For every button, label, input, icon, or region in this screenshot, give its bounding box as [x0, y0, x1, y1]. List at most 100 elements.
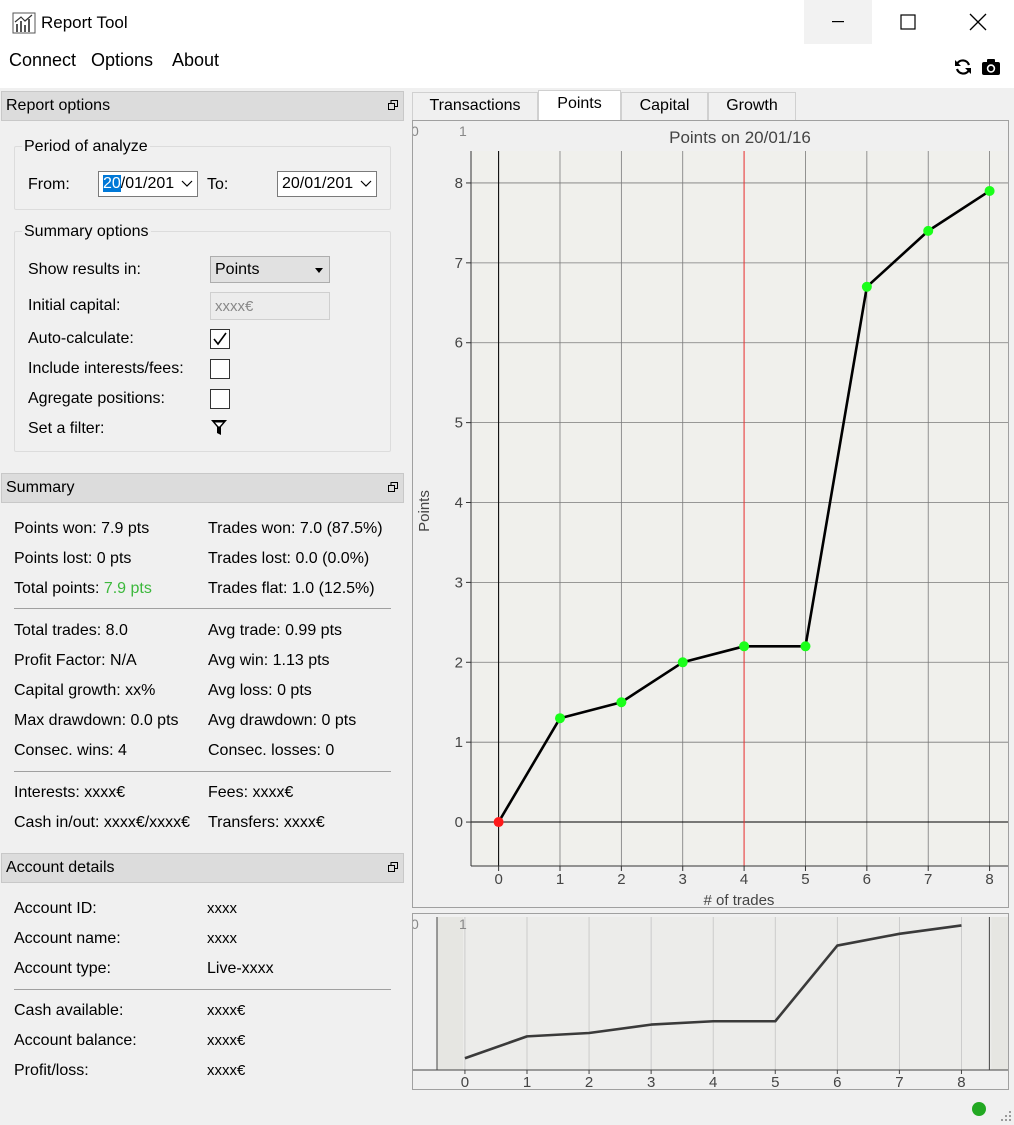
corner-label: 0	[413, 123, 419, 139]
y-tick-label: 6	[455, 335, 463, 352]
close-icon	[969, 13, 987, 31]
minimize-icon	[832, 21, 844, 23]
total-points-value: 7.9 pts	[103, 580, 152, 597]
fees: Fees: xxxx€	[208, 784, 294, 801]
account-name-value: xxxx	[207, 930, 237, 947]
capital-growth: Capital growth: xx%	[14, 682, 156, 699]
x-tick-label: 0	[494, 871, 502, 888]
camera-icon[interactable]	[981, 58, 1001, 76]
consec-wins: Consec. wins: 4	[14, 742, 127, 759]
minimize-button[interactable]	[804, 0, 872, 44]
to-label: To:	[207, 176, 229, 193]
points-chart-frame[interactable]: 0 1 2 3 4 5 6 7 8 0 1 2 3 4 5 6 7 8 Points on 20/01/16 # of…	[411, 120, 1009, 909]
total-points-label: Total points:	[14, 580, 104, 597]
x-tick-label: 3	[679, 871, 687, 888]
navigator-tick-label: 5	[771, 1074, 779, 1089]
avg-trade: Avg trade: 0.99 pts	[208, 622, 343, 639]
menu-about[interactable]: About	[172, 50, 219, 71]
auto-calculate-checkbox[interactable]	[210, 329, 230, 349]
navigator-corner-label: 0	[413, 916, 419, 932]
show-results-select[interactable]: Points	[210, 256, 330, 283]
filter-icon[interactable]	[211, 420, 227, 436]
menu-options[interactable]: Options	[91, 50, 153, 71]
refresh-icon[interactable]	[953, 57, 973, 77]
to-date-value: 20/01/201	[282, 175, 354, 192]
close-button[interactable]	[944, 0, 1012, 44]
navigator-tick-label: 6	[833, 1074, 841, 1089]
y-axis-label: Points	[416, 490, 433, 532]
title-bar: Report Tool	[0, 0, 1014, 46]
account-balance-value: xxxx€	[207, 1032, 246, 1049]
chart-app-icon	[12, 12, 36, 34]
navigator-corner-label: 1	[459, 916, 467, 932]
account-balance-label: Account balance:	[14, 1032, 137, 1049]
data-point	[923, 225, 934, 236]
aggregate-checkbox[interactable]	[210, 389, 230, 409]
max-drawdown: Max drawdown: 0.0 pts	[14, 712, 179, 729]
x-tick-label: 5	[801, 871, 809, 888]
avg-win: Avg win: 1.13 pts	[208, 652, 330, 669]
navigator-tick-label: 0	[461, 1074, 469, 1089]
x-tick-label: 1	[556, 871, 564, 888]
avg-loss: Avg loss: 0 pts	[208, 682, 312, 699]
undock-icon[interactable]	[388, 100, 398, 110]
maximize-button[interactable]	[874, 0, 942, 44]
cash-available-label: Cash available:	[14, 1002, 124, 1019]
data-point	[616, 697, 627, 708]
navigator-chart-frame[interactable]: 0 1 2 3 4 5 6 7 8 0 1	[411, 913, 1009, 1091]
points-chart[interactable]: 0 1 2 3 4 5 6 7 8 0 1 2 3 4 5 6 7 8 Points on 20/01/16 # of…	[411, 121, 1008, 909]
from-date-rest: /01/201	[120, 175, 175, 192]
to-date-input[interactable]: 20/01/201	[277, 171, 377, 197]
data-point	[493, 817, 504, 828]
data-point	[554, 713, 565, 724]
navigator-tick-label: 3	[647, 1074, 655, 1089]
maximize-icon	[900, 14, 916, 30]
period-group-title: Period of analyze	[22, 138, 150, 156]
chevron-down-icon[interactable]	[360, 180, 372, 188]
x-tick-label: 6	[863, 871, 871, 888]
resize-grip-icon[interactable]	[1000, 1110, 1012, 1122]
show-results-label: Show results in:	[28, 261, 141, 278]
summary-title: Summary	[6, 479, 75, 496]
tab-capital[interactable]: Capital	[621, 92, 708, 120]
y-tick-label: 7	[455, 255, 463, 272]
menu-connect[interactable]: Connect	[9, 50, 76, 71]
account-type-value: Live-xxxx	[207, 960, 274, 977]
account-details-title: Account details	[6, 859, 115, 876]
aggregate-label: Agregate positions:	[28, 390, 165, 407]
undock-icon[interactable]	[388, 482, 398, 492]
include-fees-checkbox[interactable]	[210, 359, 230, 379]
divider	[14, 608, 391, 609]
undock-icon[interactable]	[388, 862, 398, 872]
navigator-chart[interactable]: 0 1 2 3 4 5 6 7 8 0 1	[411, 914, 1008, 1091]
trades-won: Trades won: 7.0 (87.5%)	[208, 520, 383, 537]
menu-bar: Connect Options About	[0, 46, 1014, 88]
y-tick-label: 3	[455, 574, 463, 591]
plot-area	[471, 151, 1008, 866]
chevron-down-icon[interactable]	[181, 180, 193, 188]
account-name-label: Account name:	[14, 930, 121, 947]
points-lost: Points lost: 0 pts	[14, 550, 132, 567]
tab-transactions[interactable]: Transactions	[412, 92, 538, 120]
account-id-value: xxxx	[207, 900, 237, 917]
dropdown-arrow-icon	[315, 268, 323, 273]
from-date-selected: 20	[103, 175, 121, 192]
data-point	[800, 641, 811, 652]
data-point	[861, 281, 872, 292]
account-details-header: Account details	[1, 853, 404, 883]
report-options-title: Report options	[6, 97, 111, 114]
interests: Interests: xxxx€	[14, 784, 126, 801]
points-won: Points won: 7.9 pts	[14, 520, 150, 537]
x-tick-label: 8	[985, 871, 993, 888]
summary-header: Summary	[1, 473, 404, 503]
data-point	[739, 641, 750, 652]
trades-lost: Trades lost: 0.0 (0.0%)	[208, 550, 370, 567]
profit-loss-value: xxxx€	[207, 1062, 246, 1079]
tab-points[interactable]: Points	[538, 90, 621, 121]
from-date-input[interactable]: 20/01/201	[98, 171, 198, 197]
consec-losses: Consec. losses: 0	[208, 742, 335, 759]
x-tick-label: 7	[924, 871, 932, 888]
y-tick-label: 5	[455, 415, 463, 432]
y-tick-label: 4	[455, 495, 463, 512]
tab-growth[interactable]: Growth	[708, 92, 796, 120]
